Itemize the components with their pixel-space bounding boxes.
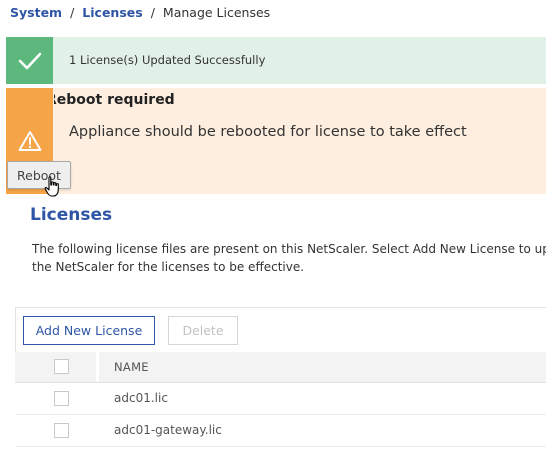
check-icon [6, 37, 53, 84]
license-name: adc01.lic [114, 391, 168, 405]
select-all-checkbox[interactable] [54, 359, 69, 374]
breadcrumb-separator: / [150, 5, 155, 20]
table-row[interactable]: adc01-gateway.lic [15, 415, 546, 447]
warning-message: Appliance should be rebooted for license… [69, 124, 467, 140]
success-message: 1 License(s) Updated Successfully [69, 53, 266, 67]
breadcrumb-system[interactable]: System [10, 5, 62, 20]
delete-button[interactable]: Delete [168, 316, 238, 345]
breadcrumb: System / Licenses / Manage Licenses [10, 5, 270, 20]
table-header: NAME [15, 352, 546, 383]
row-checkbox[interactable] [54, 423, 69, 438]
license-name: adc01-gateway.lic [114, 423, 222, 437]
licenses-table: NAME adc01.lic adc01-gateway.lic [15, 352, 546, 447]
add-new-license-button[interactable]: Add New License [23, 316, 155, 345]
breadcrumb-licenses[interactable]: Licenses [82, 5, 142, 20]
licenses-title: Licenses [30, 205, 113, 225]
column-divider [96, 352, 99, 382]
row-checkbox[interactable] [54, 391, 69, 406]
warning-title: Reboot required [46, 92, 175, 108]
warning-alert: Reboot required Appliance should be rebo… [6, 88, 546, 194]
success-alert: 1 License(s) Updated Successfully [6, 37, 546, 84]
description-line: The following license files are present … [32, 242, 546, 256]
licenses-toolbar: Add New License Delete [15, 307, 546, 353]
column-header-name[interactable]: NAME [114, 360, 149, 374]
breadcrumb-current: Manage Licenses [162, 5, 271, 20]
breadcrumb-separator: / [70, 5, 75, 20]
table-row[interactable]: adc01.lic [15, 383, 546, 415]
licenses-description: The following license files are present … [32, 240, 546, 276]
hand-pointer-icon [44, 176, 62, 202]
description-line: the NetScaler for the licenses to be eff… [32, 260, 305, 274]
